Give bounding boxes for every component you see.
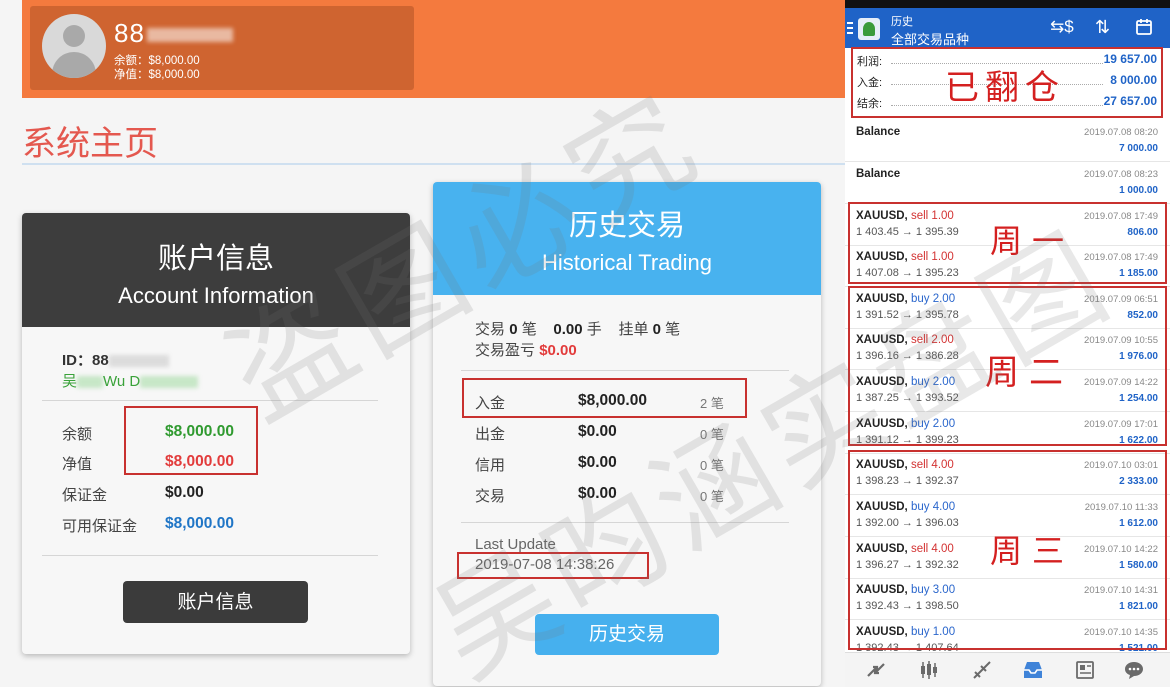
withdrawal-label: 出金 — [475, 426, 506, 443]
row-amount: 7 000.00 — [1119, 143, 1158, 154]
calendar-icon[interactable] — [1135, 18, 1153, 41]
credit-count: 0 笔 — [700, 458, 724, 473]
history-trading-button[interactable]: 历史交易 — [535, 614, 719, 655]
account-name-row: 吴 Wu D — [62, 370, 199, 391]
app-title: 历史 — [891, 16, 913, 28]
avatar-head-icon — [63, 25, 85, 47]
history-title-en: Historical Trading — [542, 250, 712, 275]
header-account-id: 88 — [114, 18, 233, 49]
credit-value: $0.00 — [578, 454, 617, 471]
currency-swap-icon[interactable]: ⇆$ — [1050, 17, 1074, 37]
trade-stats: 交易 0 笔 0.00 手 挂单 0 笔 — [475, 321, 681, 338]
trade-icon[interactable] — [971, 659, 993, 687]
account-info-title-zh: 账户信息 — [157, 241, 274, 275]
handwritten-note: 已翻仓 — [945, 68, 1065, 108]
trade-count: 0 笔 — [700, 489, 724, 504]
title-divider — [22, 163, 845, 165]
row-amount: 1 000.00 — [1119, 185, 1158, 196]
redaction-mask — [77, 376, 104, 389]
app-toolbar: 历史 全部交易品种 ⇆$ ⇅ — [845, 8, 1170, 48]
app-logo-icon — [858, 18, 880, 40]
equity-label: 净值 — [62, 456, 93, 473]
margin-value: $0.00 — [165, 484, 204, 501]
deposit-label: 入金: — [857, 77, 883, 89]
highlight-box — [457, 552, 649, 579]
free-margin-label: 可用保证金 — [62, 518, 138, 535]
free-margin-value: $8,000.00 — [165, 515, 234, 532]
divider — [461, 522, 789, 523]
list-item[interactable]: Balance 2019.07.08 08:23 1 000.00 — [845, 162, 1170, 204]
divider — [42, 400, 378, 401]
withdrawal-count: 0 笔 — [700, 427, 724, 442]
row-label: Balance — [856, 126, 901, 138]
last-update-label: Last Update — [475, 536, 556, 553]
app-subtitle[interactable]: 全部交易品种 — [891, 29, 969, 48]
redaction-mask — [140, 376, 199, 389]
avatar[interactable] — [42, 14, 106, 78]
row-date: 2019.07.08 08:20 — [1084, 127, 1158, 138]
redaction-mask — [108, 355, 169, 368]
balance-label: 结余: — [857, 98, 883, 110]
status-bar — [845, 0, 1170, 8]
header-equity: 净值：$8,000.00 — [114, 69, 200, 81]
account-header-banner: 88 余额：$8,000.00 净值：$8,000.00 — [22, 0, 845, 98]
chat-icon[interactable] — [1123, 659, 1145, 687]
bottom-navigation — [845, 652, 1170, 687]
list-item[interactable]: Balance 2019.07.08 08:20 7 000.00 — [845, 120, 1170, 162]
account-info-header: 账户信息 Account Information — [22, 213, 410, 327]
redaction-mask — [146, 28, 233, 43]
mobile-app: 历史 全部交易品种 ⇆$ ⇅ 利润: 19 657.00 入金: 8 000.0… — [845, 0, 1170, 687]
deposit-value: 8 000.00 — [1110, 73, 1157, 87]
row-label: Balance — [856, 168, 901, 180]
chart-icon[interactable] — [918, 659, 940, 687]
account-info-title-en: Account Information — [118, 283, 314, 308]
divider — [42, 555, 378, 556]
account-id-row: ID：88 — [62, 349, 169, 370]
trade-value: $0.00 — [578, 485, 617, 502]
highlight-box — [124, 406, 258, 475]
profit-value: 19 657.00 — [1103, 52, 1157, 66]
account-info-card: 账户信息 Account Information ID：88 吴 Wu D 余额 … — [22, 213, 410, 654]
history-trading-card: 历史交易 Historical Trading 交易 0 笔 0.00 手 挂单… — [433, 182, 821, 686]
menu-icon[interactable] — [847, 22, 853, 34]
sort-icon[interactable]: ⇅ — [1095, 17, 1110, 38]
divider — [461, 370, 789, 371]
profit-label: 利润: — [857, 56, 883, 68]
history-icon[interactable] — [1021, 659, 1045, 687]
margin-label: 保证金 — [62, 487, 108, 504]
row-date: 2019.07.08 08:23 — [1084, 169, 1158, 180]
balance-value: 27 657.00 — [1103, 94, 1157, 108]
handwritten-note: 周三 — [990, 532, 1075, 570]
credit-label: 信用 — [475, 457, 506, 474]
trade-label: 交易 — [475, 488, 506, 505]
highlight-box — [462, 378, 747, 418]
account-info-button[interactable]: 账户信息 — [123, 581, 308, 623]
news-icon[interactable] — [1074, 659, 1096, 687]
account-summary-box: 88 余额：$8,000.00 净值：$8,000.00 — [30, 6, 414, 90]
page-title: 系统主页 — [22, 124, 158, 164]
history-title-zh: 历史交易 — [568, 208, 685, 242]
balance-label: 余额 — [62, 426, 93, 443]
withdrawal-value: $0.00 — [578, 423, 617, 440]
avatar-body-icon — [52, 52, 96, 78]
handwritten-note: 周二 — [985, 353, 1073, 393]
handwritten-note: 周一 — [990, 222, 1075, 260]
history-trading-header: 历史交易 Historical Trading — [433, 182, 821, 295]
quotes-icon[interactable] — [865, 659, 887, 687]
web-portal: 88 余额：$8,000.00 净值：$8,000.00 系统主页 账户信息 A… — [0, 0, 845, 687]
trade-pnl: 交易盈亏 $0.00 — [475, 342, 577, 359]
